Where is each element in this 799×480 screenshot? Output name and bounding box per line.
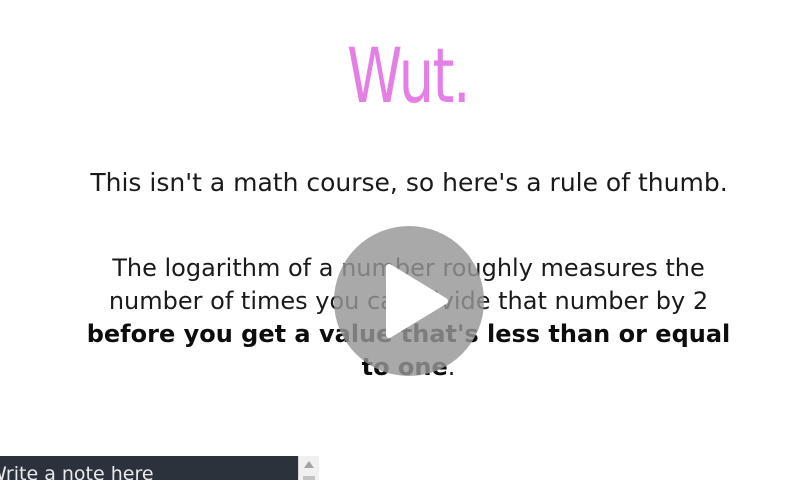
slide-title: Wut.	[347, 31, 471, 120]
notes-placeholder: Write a note here	[0, 463, 154, 480]
slide-stage: Wut. This isn't a math course, so here's…	[0, 0, 799, 480]
notes-input[interactable]: Write a note here	[0, 456, 298, 480]
intro-text: This isn't a math course, so here's a ru…	[90, 168, 728, 197]
play-button[interactable]	[334, 226, 484, 376]
chevron-up-icon[interactable]	[304, 461, 314, 468]
scrollbar-thumb[interactable]	[303, 476, 315, 480]
notes-scrollbar[interactable]	[298, 456, 319, 480]
play-icon	[386, 264, 448, 338]
